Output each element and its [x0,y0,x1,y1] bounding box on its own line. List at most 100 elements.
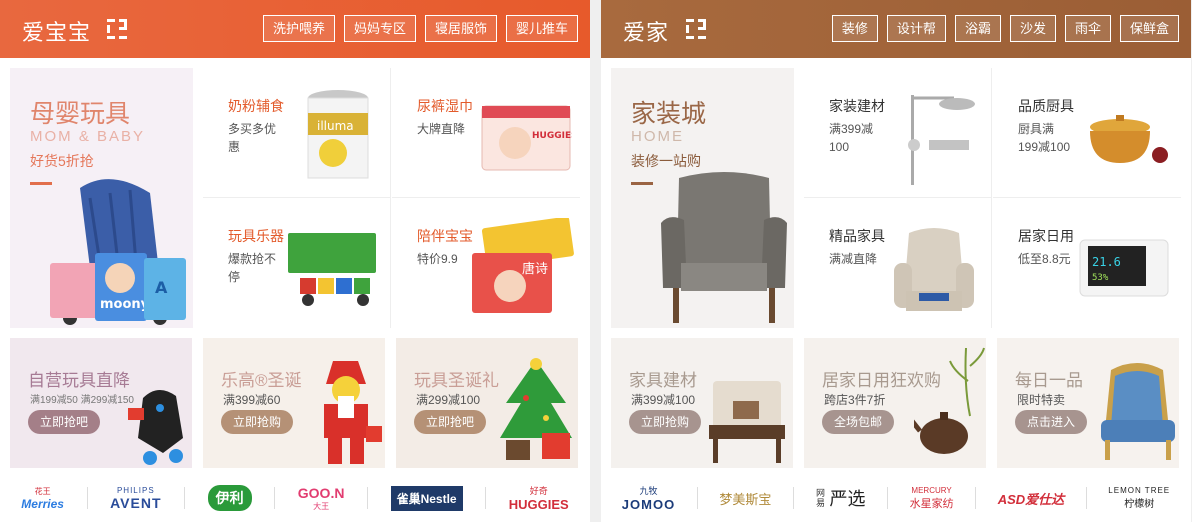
baby-brand-bar: 花王 Merries PHILIPS AVENT 伊利 GOO.N 大王 雀巢N… [0,478,590,518]
cell-daily-use[interactable]: 居家日用 低至8.8元 21.6 53% [993,198,1181,328]
brand-yili[interactable]: 伊利 [207,485,252,511]
recliner-image [894,228,974,311]
brand-goon[interactable]: GOO.N 大王 [298,485,345,512]
tag-mom-zone[interactable]: 妈妈专区 [343,15,416,42]
baby-title[interactable]: 爱宝宝 [22,15,91,47]
mom-baby-banner[interactable]: 母婴玩具 MOM & BABY 好货5折抢 moony A [10,68,193,328]
tag-wash-feed[interactable]: 洗护喂养 [262,15,335,42]
cell-title: 居家日用 [1018,228,1074,244]
robot-toy-image [128,389,183,465]
weather-station-image: 21.6 53% [1079,239,1169,297]
cell-accompany-baby[interactable]: 陪伴宝宝 特价9.9 唐诗 [392,198,580,328]
cell-toys-instruments[interactable]: 玩具乐器 爆款抢不停 [203,198,391,328]
blue-armchair-image [1101,363,1175,460]
cell-desc: 多买多优惠 [228,122,277,154]
armchair-image [661,172,787,323]
brand-avent[interactable]: PHILIPS AVENT [110,486,161,511]
promo-daily-carnival[interactable]: 居家日用狂欢购 跨店3件7折 全场包邮 [804,338,986,468]
shower-image [908,95,975,185]
buy-now-button[interactable]: 立即抢购 [221,410,294,434]
promo-toys-direct[interactable]: 自营玩具直降 满199减50 满299减150 立即抢吧 [10,338,192,468]
tag-decoration[interactable]: 装修 [831,15,878,42]
cell-title: 精品家具 [829,228,885,244]
lego-box-image [288,233,376,306]
baby-header: 爱宝宝 洗护喂养 妈妈专区 寝居服饰 婴儿推车 [0,0,590,58]
banner-en: HOME [631,128,684,145]
grab-now-button[interactable]: 立即抢吧 [414,410,487,434]
home-mall-banner[interactable]: 家装城 HOME 装修一站购 [611,68,794,328]
promo-title: 自营玩具直降 [28,371,130,390]
brand-huggies[interactable]: 好奇 HUGGIES [509,484,569,512]
promo-title: 乐高®圣诞 [221,371,302,390]
cell-title: 家装建材 [829,98,885,114]
brand-separator [975,487,977,509]
cell-title: 陪伴宝宝 [417,228,473,244]
home-brand-bar: 九牧 JOMOO 梦美斯宝 网易 严选 MERCURY 水星家纺 ASD爱仕达 … [601,478,1191,518]
promo-title: 家具建材 [629,371,697,390]
brand-separator [86,487,88,509]
grab-now-button[interactable]: 立即抢吧 [28,410,101,434]
stroller-diapers-image: moony A [50,179,186,325]
tag-sofa[interactable]: 沙发 [1009,15,1056,42]
brand-separator [184,487,186,509]
cell-title: 玩具乐器 [228,228,284,244]
brand-lemon-tree[interactable]: LEMON TREE 柠檬树 [1108,486,1170,510]
glass-pot-image [1090,115,1168,163]
qr-icon[interactable] [107,19,127,39]
tag-stroller[interactable]: 婴儿推车 [505,15,578,42]
cell-desc: 低至8.8元 [1018,252,1071,266]
free-shipping-button[interactable]: 全场包邮 [822,410,895,434]
brand-separator [367,487,369,509]
home-header: 爱家 装修 设计帮 浴霸 沙发 雨伞 保鲜盒 [601,0,1191,58]
promo-toy-xmas-gift[interactable]: 玩具圣诞礼 满299减100 立即抢吧 [396,338,578,468]
milk-can-image: illuma [307,90,369,179]
svg-text:21.6: 21.6 [1092,255,1121,269]
brand-yanxuan[interactable]: 网易 严选 [815,485,866,511]
cell-desc: 特价9.9 [417,252,458,266]
enter-button[interactable]: 点击进入 [1015,410,1088,434]
tag-umbrella[interactable]: 雨伞 [1064,15,1111,42]
picture-books-image: 唐诗 [472,218,574,313]
home-panel: 爱家 装修 设计帮 浴霸 沙发 雨伞 保鲜盒 家装城 HOME 装修一站购 家装… [601,0,1191,522]
promo-title: 玩具圣诞礼 [414,371,499,390]
tag-crisper[interactable]: 保鲜盒 [1119,15,1179,42]
brand-mengjie[interactable]: 梦美斯宝 [719,489,771,508]
tag-bedding-clothing[interactable]: 寝居服饰 [424,15,497,42]
svg-text:53%: 53% [1092,273,1109,283]
brand-merries[interactable]: 花王 Merries [21,486,64,511]
home-title[interactable]: 爱家 [623,15,669,47]
cell-title: 尿裤湿巾 [417,98,473,114]
cell-building-materials[interactable]: 家装建材 满399减100 [804,68,992,198]
brand-jomoo[interactable]: 九牧 JOMOO [622,484,675,512]
brand-separator [1085,487,1087,509]
brand-nestle[interactable]: 雀巢Nestle [390,485,463,511]
brand-separator [696,487,698,509]
tag-design-help[interactable]: 设计帮 [886,15,946,42]
promo-furniture-materials[interactable]: 家具建材 满399减100 立即抢购 [611,338,793,468]
brand-separator [792,487,794,509]
svg-text:唐诗: 唐诗 [522,261,548,277]
banner-en: MOM & BABY [30,128,146,145]
cell-kitchenware[interactable]: 品质厨具 厨具满199减100 [993,68,1181,198]
tag-bath-heater[interactable]: 浴霸 [954,15,1001,42]
qr-icon[interactable] [686,19,706,39]
cell-title: 奶粉辅食 [228,98,284,114]
brand-asd[interactable]: ASD爱仕达 [998,489,1064,508]
cell-diapers[interactable]: 尿裤湿巾 大牌直降 HUGGIES [392,68,580,198]
cell-desc: 爆款抢不停 [228,252,277,284]
cell-title: 品质厨具 [1018,98,1074,114]
svg-text:A: A [155,278,168,297]
svg-text:HUGGIES: HUGGIES [532,131,572,141]
brand-mercury[interactable]: MERCURY 水星家纺 [910,486,954,511]
promo-desc: 满299减100 [416,393,481,407]
banner-divider [631,182,653,185]
promo-daily-item[interactable]: 每日一品 限时特卖 点击进入 [997,338,1179,468]
wooden-chair-image [709,381,785,463]
svg-text:illuma: illuma [317,119,354,133]
promo-lego-xmas[interactable]: 乐高®圣诞 满399减60 立即抢购 [203,338,385,468]
buy-now-button[interactable]: 立即抢购 [629,410,702,434]
cell-milk-powder[interactable]: 奶粉辅食 多买多优惠 illuma [203,68,391,198]
cell-furniture[interactable]: 精品家具 满减直降 [804,198,992,328]
brand-separator [887,487,889,509]
promo-desc: 满399减60 [223,393,281,407]
